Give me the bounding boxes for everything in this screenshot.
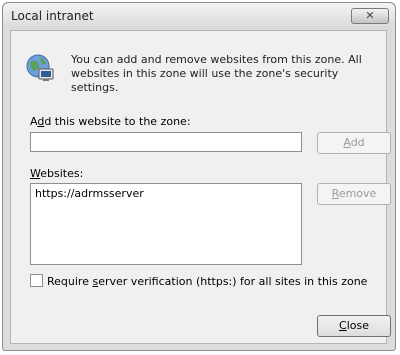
require-https-checkbox[interactable] [30,274,43,287]
titlebar-close-button[interactable]: ✕ [351,8,389,24]
add-website-label: Add this website to the zone: [30,115,191,128]
local-intranet-dialog: Local intranet ✕ You can add and remove … [2,2,396,351]
window-title: Local intranet [11,9,94,23]
dialog-body: You can add and remove websites from thi… [10,30,391,344]
require-https-option[interactable]: Require server verification (https:) for… [30,274,367,288]
add-button[interactable]: Add [317,132,391,154]
close-button[interactable]: Close [317,315,391,337]
title-bar[interactable]: Local intranet ✕ [3,3,395,29]
websites-list[interactable]: https://adrmsserver [30,183,302,265]
close-icon: ✕ [365,9,375,22]
zone-description: You can add and remove websites from thi… [71,53,362,94]
remove-button[interactable]: Remove [317,183,391,205]
website-url-input[interactable] [30,132,302,152]
globe-computer-icon [26,54,54,81]
require-https-label[interactable]: Require server verification (https:) for… [47,275,367,288]
list-item[interactable]: https://adrmsserver [35,187,297,200]
websites-label: Websites: [30,167,84,180]
